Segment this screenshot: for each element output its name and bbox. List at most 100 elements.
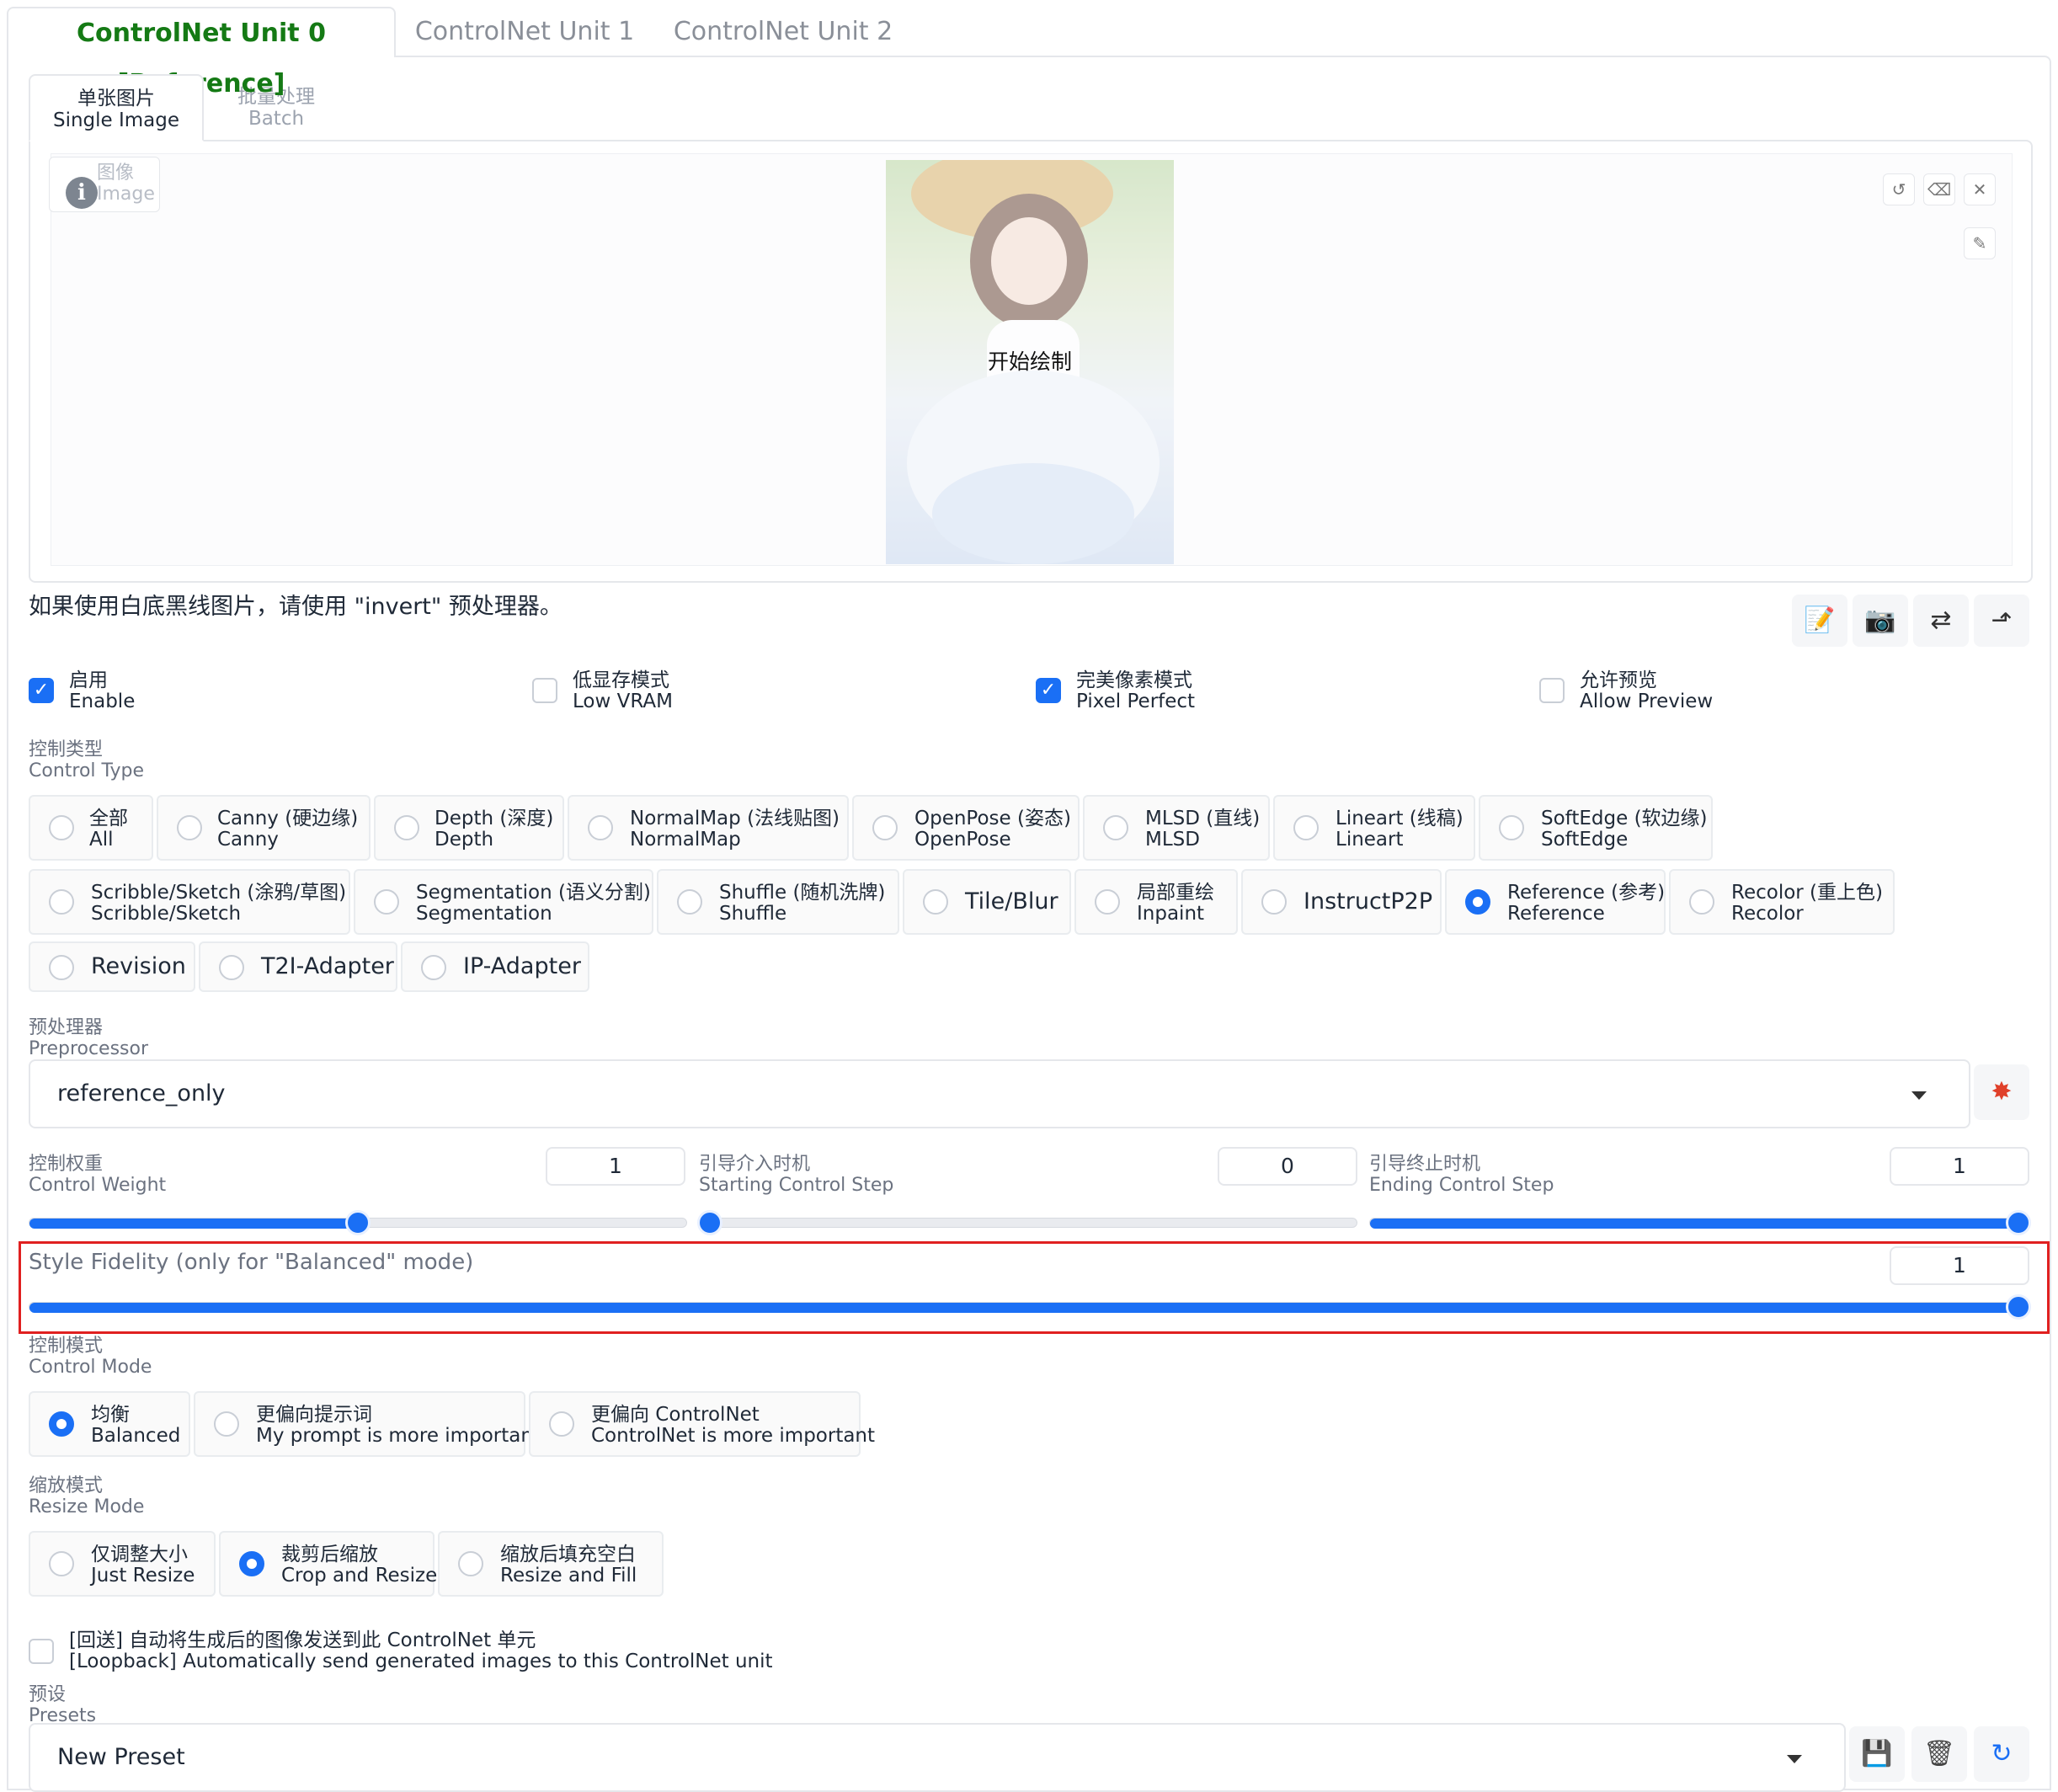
undo-icon[interactable]: ↺ — [1883, 173, 1915, 205]
control-type-revision[interactable]: Revision — [29, 941, 195, 992]
presets-select[interactable]: New Preset — [29, 1723, 1846, 1792]
control-type-lineart[interactable]: Lineart (线稿) Lineart — [1273, 795, 1475, 861]
control-type-ip-adapter[interactable]: IP-Adapter — [401, 941, 589, 992]
control-mode-prompt[interactable]: 更偏向提示词 My prompt is more important — [194, 1391, 541, 1457]
radio-selected-icon — [239, 1551, 264, 1576]
close-icon[interactable]: ✕ — [1964, 173, 1996, 205]
control-type-softedge[interactable]: SoftEdge (软边缘) SoftEdge — [1479, 795, 1713, 861]
edit-icon[interactable]: 📝 — [1792, 595, 1847, 647]
chevron-down-icon — [1911, 1091, 1927, 1100]
option-line1: Lineart (线稿) — [1336, 808, 1464, 829]
enable-checkbox[interactable]: ✓ — [29, 678, 54, 703]
explosion-icon[interactable]: ✸ — [1974, 1064, 2029, 1120]
option-line2: SoftEdge — [1541, 829, 1629, 851]
control-mode-balanced[interactable]: 均衡 Balanced — [29, 1391, 190, 1457]
option-line1: Recolor (重上色) — [1731, 882, 1883, 904]
starting-step-thumb[interactable] — [697, 1210, 722, 1235]
control-type-recolor[interactable]: Recolor (重上色) Recolor — [1669, 869, 1895, 935]
tab-controlnet-unit-2[interactable]: ControlNet Unit 2 — [667, 7, 899, 57]
option-line1: SoftEdge (软边缘) — [1541, 808, 1708, 829]
control-weight-input[interactable]: 1 — [546, 1147, 685, 1186]
control-weight-label: 控制权重 Control Weight — [29, 1154, 166, 1196]
radio-icon — [49, 955, 74, 980]
resize-mode-crop-and-resize[interactable]: 裁剪后缩放 Crop and Resize — [219, 1531, 437, 1597]
radio-icon — [49, 1551, 74, 1576]
preprocessor-select[interactable]: reference_only — [29, 1059, 1970, 1128]
control-type-reference[interactable]: Reference (参考) Reference — [1445, 869, 1666, 935]
option-line2: Segmentation — [416, 903, 552, 925]
starting-step-slider[interactable] — [699, 1218, 1357, 1228]
loopback-label-en: [Loopback] Automatically send generated … — [69, 1651, 773, 1672]
control-mode-controlnet[interactable]: 更偏向 ControlNet ControlNet is more importa… — [529, 1391, 875, 1457]
ending-step-slider[interactable] — [1369, 1218, 2030, 1229]
control-type-depth[interactable]: Depth (深度) Depth — [374, 795, 564, 861]
style-fidelity-thumb[interactable] — [2006, 1294, 2031, 1320]
ending-step-thumb[interactable] — [2006, 1210, 2031, 1235]
option-line1: 更偏向提示词 — [256, 1404, 372, 1426]
radio-icon — [1103, 815, 1128, 840]
preprocessor-label-zh: 预处理器 — [29, 1017, 104, 1038]
radio-icon — [1293, 815, 1319, 840]
tab-single-image[interactable]: 单张图片 Single Image — [29, 74, 204, 141]
save-icon[interactable]: 💾 — [1849, 1726, 1905, 1782]
refresh-icon[interactable]: ↻ — [1974, 1726, 2029, 1782]
option-label: T2I-Adapter — [261, 953, 394, 979]
resize-mode-just-resize[interactable]: 仅调整大小 Just Resize — [29, 1531, 216, 1597]
radio-icon — [1095, 889, 1120, 915]
control-type-inpaint[interactable]: 局部重绘 Inpaint — [1074, 869, 1238, 935]
control-type-segmentation[interactable]: Segmentation (语义分割) Segmentation — [354, 869, 653, 935]
presets-label: 预设 Presets — [29, 1684, 96, 1726]
preprocessor-label-en: Preprocessor — [29, 1038, 149, 1059]
brush-icon[interactable]: ✎ — [1964, 227, 1996, 259]
control-type-openpose[interactable]: OpenPose (姿态) OpenPose — [852, 795, 1080, 861]
radio-icon — [549, 1411, 574, 1437]
control-weight-fill — [29, 1219, 359, 1229]
swap-icon[interactable]: ⇄ — [1913, 595, 1969, 647]
style-fidelity-input[interactable]: 1 — [1890, 1246, 2029, 1285]
option-line1: Depth (深度) — [435, 808, 554, 829]
control-weight-thumb[interactable] — [345, 1210, 371, 1235]
preprocessor-label: 预处理器 Preprocessor — [29, 1017, 148, 1059]
control-type-normalmap[interactable]: NormalMap (法线贴图) NormalMap — [568, 795, 849, 861]
low-vram-checkbox[interactable] — [532, 678, 557, 703]
option-label: Tile/Blur — [965, 888, 1058, 915]
option-line2: Reference — [1507, 903, 1605, 925]
resize-mode-resize-and-fill[interactable]: 缩放后填充空白 Resize and Fill — [438, 1531, 664, 1597]
control-type-instructp2p[interactable]: InstructP2P — [1241, 869, 1442, 935]
control-type-scribble[interactable]: Scribble/Sketch (涂鸦/草图) Scribble/Sketch — [29, 869, 350, 935]
pixel-perfect-checkbox[interactable]: ✓ — [1036, 678, 1061, 703]
loopback-checkbox[interactable] — [29, 1639, 54, 1664]
ending-step-input[interactable]: 1 — [1890, 1147, 2029, 1186]
option-line2: Resize and Fill — [500, 1565, 637, 1587]
option-line2: Recolor — [1731, 903, 1804, 925]
radio-icon — [1499, 815, 1524, 840]
control-type-tile-blur[interactable]: Tile/Blur — [903, 869, 1071, 935]
control-type-mlsd[interactable]: MLSD (直线) MLSD — [1083, 795, 1270, 861]
trash-icon[interactable]: 🗑 — [1911, 1726, 1967, 1782]
allow-preview-label-en: Allow Preview — [1580, 691, 1714, 712]
starting-step-input[interactable]: 0 — [1218, 1147, 1357, 1186]
option-line2: Balanced — [91, 1425, 181, 1447]
eraser-icon[interactable]: ⌫ — [1923, 173, 1955, 205]
resize-mode-label-en: Resize Mode — [29, 1496, 145, 1517]
option-line2: Canny — [217, 829, 279, 851]
option-line2: Depth — [435, 829, 494, 851]
style-fidelity-slider[interactable] — [29, 1302, 2030, 1313]
tab-controlnet-unit-0[interactable]: ControlNet Unit 0 [Reference] — [7, 7, 396, 99]
preprocessor-value: reference_only — [57, 1080, 226, 1107]
enable-label-zh: 启用 — [69, 669, 108, 691]
control-type-t2i-adapter[interactable]: T2I-Adapter — [199, 941, 397, 992]
control-type-canny[interactable]: Canny (硬边缘) Canny — [157, 795, 371, 861]
tab-controlnet-unit-1[interactable]: ControlNet Unit 1 — [411, 7, 638, 57]
radio-icon — [458, 1551, 483, 1576]
control-type-all[interactable]: 全部 All — [29, 795, 153, 861]
camera-icon[interactable]: 📷 — [1853, 595, 1908, 647]
option-line1: 均衡 — [91, 1404, 130, 1426]
allow-preview-checkbox[interactable] — [1539, 678, 1565, 703]
low-vram-label-zh: 低显存模式 — [573, 669, 669, 691]
loopback-label: [回送] 自动将生成后的图像发送到此 ControlNet 单元 [Loopba… — [69, 1630, 773, 1672]
radio-icon — [219, 955, 244, 980]
upload-arrow-icon[interactable]: ⬏ — [1974, 595, 2029, 647]
control-type-shuffle[interactable]: Shuffle (随机洗牌) Shuffle — [657, 869, 899, 935]
control-mode-label-zh: 控制模式 — [29, 1336, 104, 1357]
